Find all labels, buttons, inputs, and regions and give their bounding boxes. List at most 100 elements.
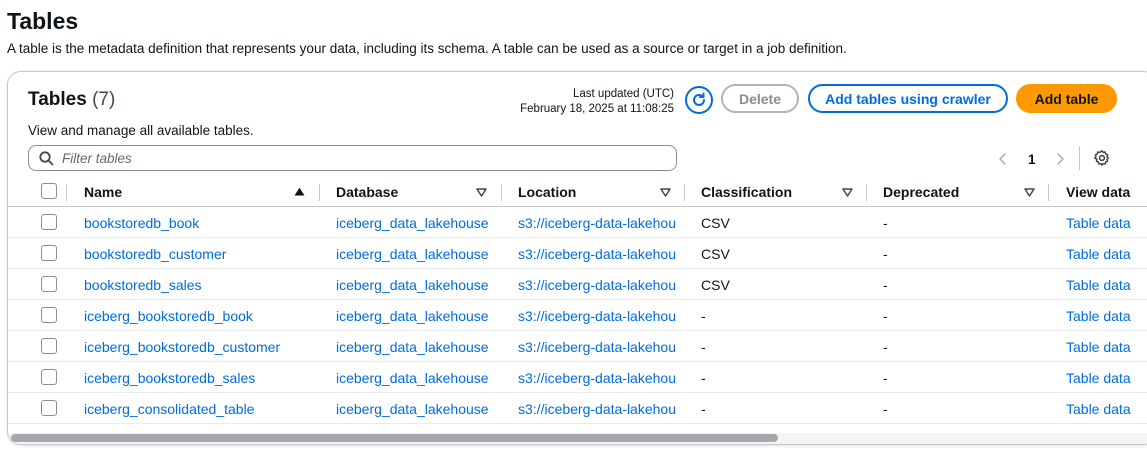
column-separator [501, 184, 502, 201]
cell-view-data[interactable]: Table data [1066, 300, 1146, 331]
cell-view-data[interactable]: Table data [1066, 393, 1146, 424]
pager-divider [1079, 146, 1080, 170]
refresh-button[interactable] [685, 86, 713, 114]
cell-deprecated: - [883, 400, 888, 417]
cell-view-data[interactable]: Table data [1066, 238, 1146, 269]
filter-tables-input[interactable] [62, 150, 642, 166]
last-updated: Last updated (UTC) February 18, 2025 at … [488, 87, 674, 117]
column-separator [319, 184, 320, 201]
delete-button[interactable]: Delete [721, 84, 799, 113]
table-row: iceberg_bookstoredb_book iceberg_data_lak… [8, 300, 1147, 331]
gear-icon [1093, 150, 1110, 166]
table-row: bookstoredb_sales iceberg_data_lakehouse s… [8, 269, 1147, 300]
table-row: bookstoredb_book iceberg_data_lakehouse s3… [8, 207, 1147, 238]
cell-location[interactable]: s3://iceberg-data-lakehou [518, 393, 686, 424]
cell-view-data[interactable]: Table data [1066, 269, 1146, 300]
page-description: A table is the metadata definition that … [7, 41, 847, 56]
previous-page-button[interactable] [998, 148, 1012, 170]
chevron-right-icon [1057, 153, 1064, 165]
cell-database[interactable]: iceberg_data_lakehouse [336, 393, 496, 424]
column-header-view-data[interactable]: View data [1066, 176, 1130, 207]
cell-classification: - [701, 307, 706, 324]
add-table-button[interactable]: Add table [1016, 84, 1117, 113]
sort-icon[interactable] [660, 188, 671, 197]
cell-name[interactable]: bookstoredb_customer [84, 238, 312, 269]
cell-deprecated: - [883, 276, 888, 293]
cell-deprecated: - [883, 369, 888, 386]
column-header-database[interactable]: Database [336, 176, 398, 207]
cell-location[interactable]: s3://iceberg-data-lakehou [518, 362, 686, 393]
cell-name[interactable]: iceberg_bookstoredb_sales [84, 362, 312, 393]
cell-name[interactable]: iceberg_bookstoredb_customer [84, 331, 312, 362]
column-separator [866, 184, 867, 201]
page-number[interactable]: 1 [1028, 148, 1036, 170]
add-tables-using-crawler-button[interactable]: Add tables using crawler [808, 84, 1008, 113]
panel-title-text: Tables [28, 89, 87, 110]
row-checkbox[interactable] [41, 369, 57, 385]
cell-location[interactable]: s3://iceberg-data-lakehou [518, 300, 686, 331]
column-header-name[interactable]: Name [84, 176, 122, 207]
cell-name[interactable]: iceberg_bookstoredb_book [84, 300, 312, 331]
page-title: Tables [7, 8, 79, 34]
filter-tables-field[interactable] [28, 145, 677, 171]
sort-icon[interactable] [476, 188, 487, 197]
cell-location[interactable]: s3://iceberg-data-lakehou [518, 331, 686, 362]
cell-classification: CSV [701, 214, 730, 231]
table-row: iceberg_consolidated_table iceberg_data_l… [8, 393, 1147, 424]
cell-classification: - [701, 369, 706, 386]
horizontal-scrollbar-thumb[interactable] [11, 434, 778, 442]
tables-panel: Tables (7) View and manage all available… [7, 71, 1147, 445]
sort-icon[interactable] [1024, 188, 1035, 197]
cell-database[interactable]: iceberg_data_lakehouse [336, 300, 496, 331]
last-updated-label: Last updated (UTC) [573, 88, 674, 100]
cell-deprecated: - [883, 338, 888, 355]
cell-name[interactable]: iceberg_consolidated_table [84, 393, 312, 424]
table-count: (7) [92, 89, 116, 110]
cell-database[interactable]: iceberg_data_lakehouse [336, 207, 496, 238]
row-checkbox[interactable] [41, 338, 57, 354]
table-row: iceberg_bookstoredb_customer iceberg_data… [8, 331, 1147, 362]
cell-classification: - [701, 400, 706, 417]
sort-icon[interactable] [842, 188, 853, 197]
column-separator [66, 184, 67, 201]
next-page-button[interactable] [1055, 148, 1069, 170]
chevron-left-icon [999, 153, 1006, 165]
cell-location[interactable]: s3://iceberg-data-lakehou [518, 207, 686, 238]
cell-location[interactable]: s3://iceberg-data-lakehou [518, 269, 686, 300]
row-checkbox[interactable] [41, 307, 57, 323]
table-settings-button[interactable] [1093, 149, 1111, 167]
column-separator [1048, 184, 1049, 201]
cell-view-data[interactable]: Table data [1066, 331, 1146, 362]
table-header: Name Database Location Classification De… [8, 176, 1147, 207]
cell-database[interactable]: iceberg_data_lakehouse [336, 238, 496, 269]
cell-database[interactable]: iceberg_data_lakehouse [336, 331, 496, 362]
cell-name[interactable]: bookstoredb_sales [84, 269, 312, 300]
search-icon [39, 150, 54, 165]
cell-view-data[interactable]: Table data [1066, 207, 1146, 238]
last-updated-value: February 18, 2025 at 11:08:25 [520, 103, 674, 115]
row-checkbox[interactable] [41, 214, 57, 230]
select-all-checkbox[interactable] [41, 183, 57, 199]
column-header-location[interactable]: Location [518, 176, 576, 207]
cell-database[interactable]: iceberg_data_lakehouse [336, 362, 496, 393]
cell-deprecated: - [883, 214, 888, 231]
cell-deprecated: - [883, 307, 888, 324]
cell-database[interactable]: iceberg_data_lakehouse [336, 269, 496, 300]
table-row: bookstoredb_customer iceberg_data_lakehou… [8, 238, 1147, 269]
cell-view-data[interactable]: Table data [1066, 362, 1146, 393]
row-checkbox[interactable] [41, 400, 57, 416]
row-checkbox[interactable] [41, 245, 57, 261]
cell-name[interactable]: bookstoredb_book [84, 207, 312, 238]
cell-classification: CSV [701, 276, 730, 293]
column-header-classification[interactable]: Classification [701, 176, 792, 207]
cell-deprecated: - [883, 245, 888, 262]
sort-ascending-icon[interactable] [294, 187, 305, 196]
cell-classification: CSV [701, 245, 730, 262]
table-row: iceberg_bookstoredb_sales iceberg_data_la… [8, 362, 1147, 393]
column-header-deprecated[interactable]: Deprecated [883, 176, 959, 207]
cell-classification: - [701, 338, 706, 355]
cell-location[interactable]: s3://iceberg-data-lakehou [518, 238, 686, 269]
row-checkbox[interactable] [41, 276, 57, 292]
column-separator [684, 184, 685, 201]
panel-description: View and manage all available tables. [28, 123, 254, 138]
